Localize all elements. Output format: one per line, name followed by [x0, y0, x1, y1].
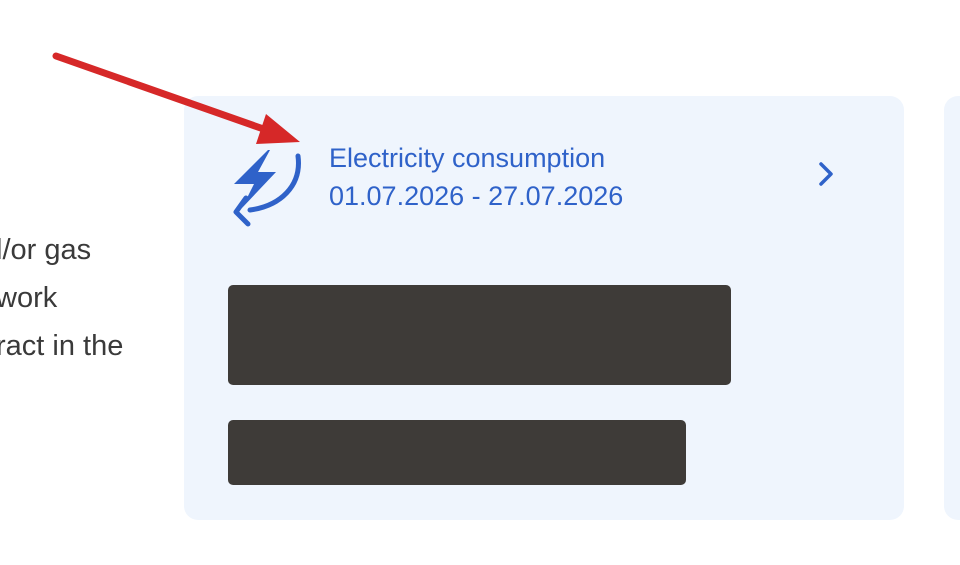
left-text-line-2: work	[0, 282, 58, 314]
chevron-right-icon[interactable]	[814, 156, 838, 192]
redacted-block-1	[228, 285, 731, 385]
left-partial-text: l/or gas work ract in the	[0, 226, 156, 370]
left-text-line-1: l/or gas	[0, 234, 92, 266]
electricity-cycle-icon	[233, 150, 301, 227]
electricity-consumption-card[interactable]: Electricity consumption 01.07.2026 - 27.…	[184, 96, 904, 520]
card-title: Electricity consumption	[329, 143, 606, 173]
card-date-range: 01.07.2026 - 27.07.2026	[329, 181, 624, 211]
redacted-block-2	[228, 420, 686, 485]
screenshot-stage: l/or gas work ract in the Electricity co…	[0, 0, 960, 565]
left-text-line-3: ract in the	[0, 330, 124, 362]
next-card-edge[interactable]	[944, 96, 960, 520]
